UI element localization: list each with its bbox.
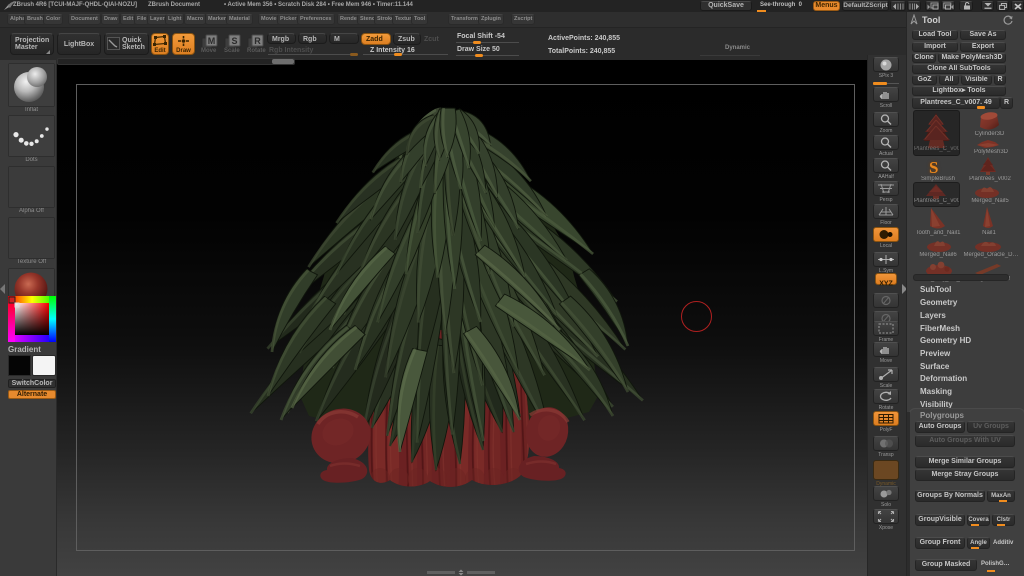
svg-text:R: R <box>254 36 261 46</box>
svg-text:S: S <box>231 36 237 46</box>
svg-text:M: M <box>208 36 216 46</box>
svg-text:XYZ: XYZ <box>879 281 893 288</box>
